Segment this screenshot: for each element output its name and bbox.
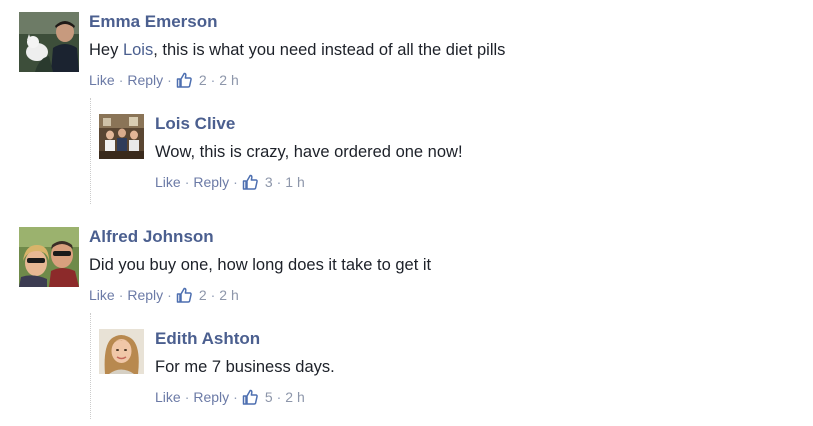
like-link[interactable]: Like: [89, 71, 115, 89]
comment-text: For me 7 business days.: [155, 358, 335, 376]
comment-author[interactable]: Emma Emerson: [89, 12, 505, 32]
reply-link[interactable]: Reply: [193, 173, 229, 191]
comment-text: Wow, this is crazy, have ordered one now…: [155, 143, 463, 161]
comment-actions: Like · Reply · 5 · 2 h: [155, 388, 335, 406]
separator: ·: [233, 174, 238, 190]
like-count: 2: [198, 287, 207, 303]
reply-link[interactable]: Reply: [193, 388, 229, 406]
comment-actions: Like · Reply · 3 · 1 h: [155, 173, 463, 191]
separator: ·: [118, 72, 124, 88]
timestamp[interactable]: 1 h: [285, 173, 304, 191]
mention-link[interactable]: Lois: [123, 41, 153, 59]
comment-body: Edith Ashton For me 7 business days. Lik…: [155, 329, 335, 406]
timestamp[interactable]: 2 h: [219, 286, 238, 304]
comment-actions: Like · Reply · 2 · 2 h: [89, 286, 431, 304]
thread-line: [90, 313, 91, 419]
avatar[interactable]: [19, 12, 79, 72]
avatar[interactable]: [99, 114, 144, 159]
comment-text: Hey Lois, this is what you need instead …: [89, 40, 505, 60]
comment-text-before: Hey: [89, 41, 123, 59]
comment-author[interactable]: Lois Clive: [155, 114, 463, 134]
comment-text-after: , this is what you need instead of all t…: [153, 41, 506, 59]
comment-author[interactable]: Alfred Johnson: [89, 227, 431, 247]
thumbs-up-icon[interactable]: [242, 389, 258, 405]
thumbs-up-icon[interactable]: [176, 287, 192, 303]
separator: ·: [118, 287, 124, 303]
reply-link[interactable]: Reply: [127, 71, 163, 89]
thread-line: [90, 98, 91, 204]
avatar[interactable]: [19, 227, 79, 287]
separator: ·: [276, 174, 282, 190]
thumbs-up-icon[interactable]: [176, 72, 192, 88]
timestamp[interactable]: 2 h: [285, 388, 304, 406]
like-count: 2: [198, 72, 207, 88]
separator: ·: [210, 72, 216, 88]
like-link[interactable]: Like: [155, 388, 181, 406]
separator: ·: [184, 389, 190, 405]
timestamp[interactable]: 2 h: [219, 71, 238, 89]
reply-link[interactable]: Reply: [127, 286, 163, 304]
separator: ·: [233, 389, 238, 405]
separator: ·: [167, 72, 172, 88]
separator: ·: [184, 174, 190, 190]
avatar[interactable]: [99, 329, 144, 374]
separator: ·: [167, 287, 172, 303]
comment-author[interactable]: Edith Ashton: [155, 329, 335, 349]
comment-body: Lois Clive Wow, this is crazy, have orde…: [155, 114, 463, 191]
like-link[interactable]: Like: [155, 173, 181, 191]
separator: ·: [276, 389, 282, 405]
thumbs-up-icon[interactable]: [242, 174, 258, 190]
comment-actions: Like · Reply · 2 · 2 h: [89, 71, 505, 89]
like-link[interactable]: Like: [89, 286, 115, 304]
like-count: 3: [264, 174, 273, 190]
like-count: 5: [264, 389, 273, 405]
comment-body: Alfred Johnson Did you buy one, how long…: [89, 227, 431, 304]
comment-text: Did you buy one, how long does it take t…: [89, 256, 432, 274]
comment-body: Emma Emerson Hey Lois, this is what you …: [89, 12, 505, 89]
separator: ·: [210, 287, 216, 303]
